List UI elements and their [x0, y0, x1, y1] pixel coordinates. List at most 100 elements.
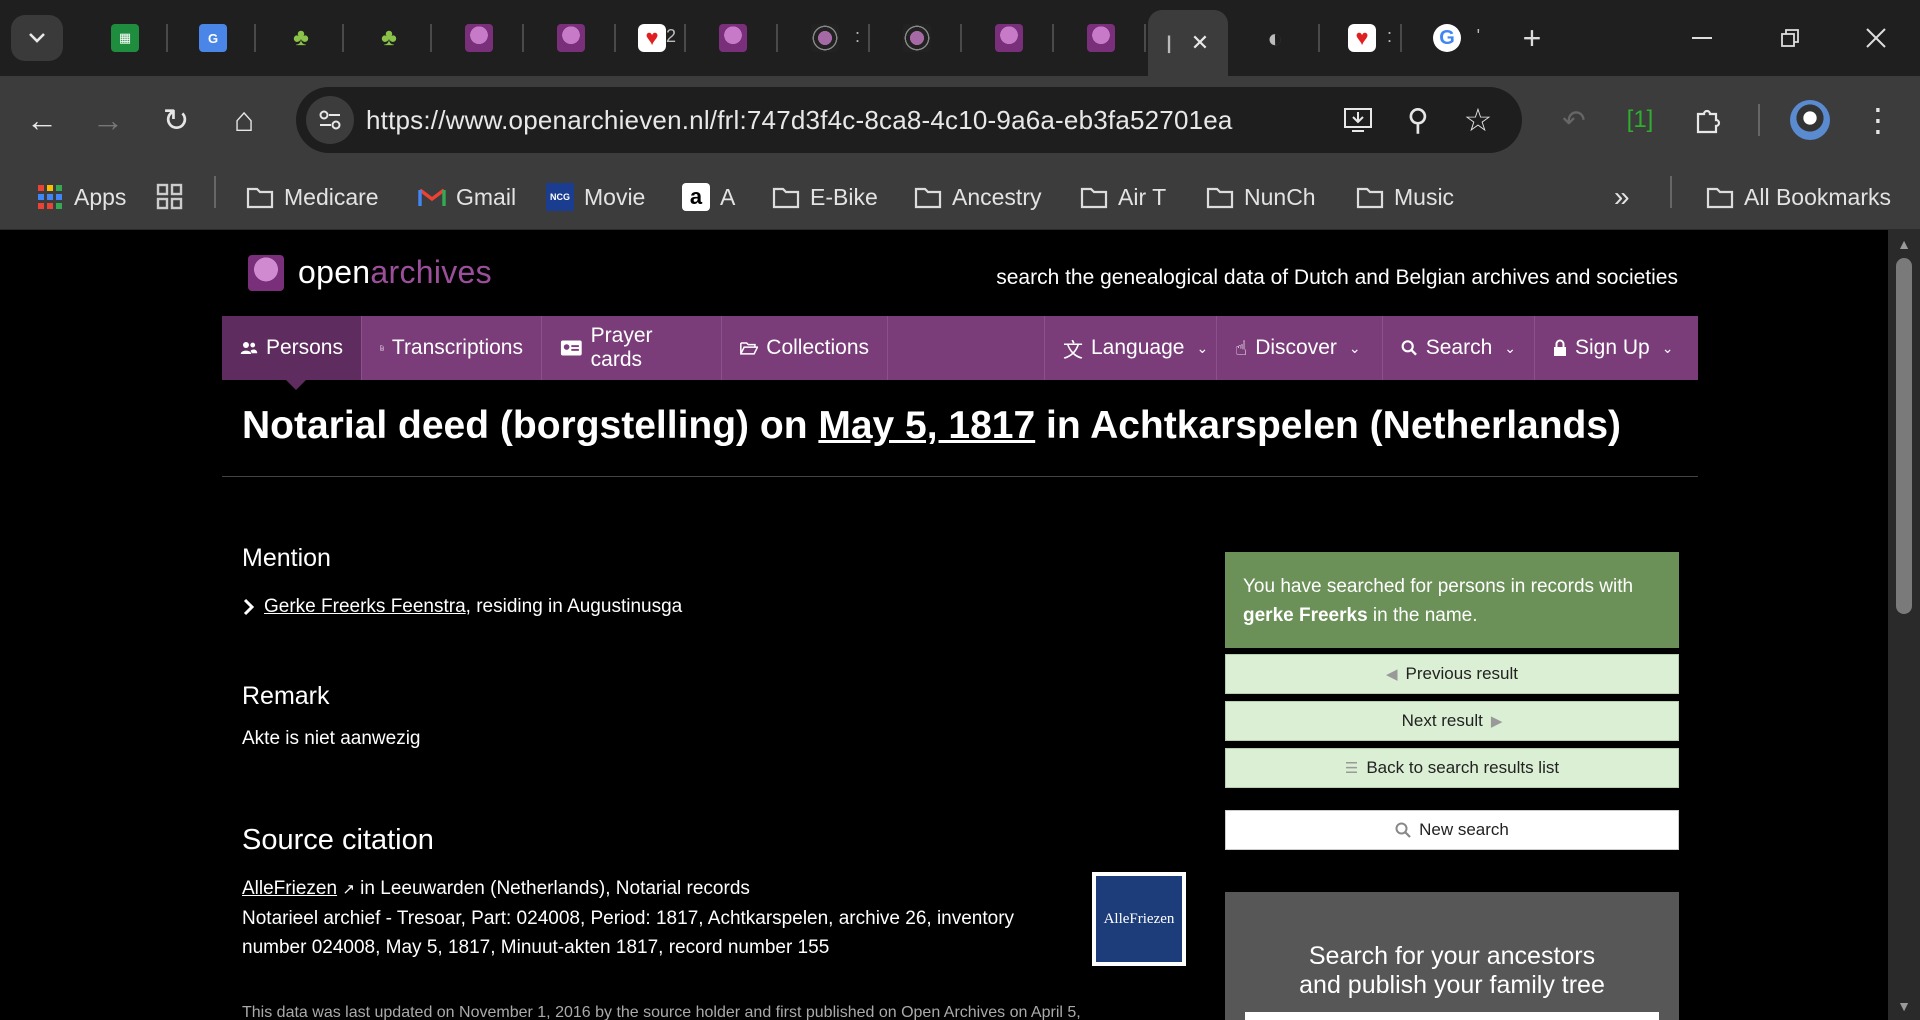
tree-logo-icon	[248, 254, 284, 291]
bookmark-amazon[interactable]: a A	[682, 176, 735, 218]
chevron-down-icon: ⌄	[1348, 339, 1361, 356]
nav-persons[interactable]: Persons	[222, 316, 362, 380]
source-link[interactable]: AlleFriezen	[242, 878, 337, 899]
extensions-icon[interactable]	[1684, 96, 1732, 144]
tab-globe[interactable]: ◐	[1230, 10, 1320, 66]
install-app-icon[interactable]	[1334, 96, 1382, 144]
id-card-icon	[560, 340, 582, 356]
chevron-down-icon: ⌄	[1504, 339, 1516, 356]
minimize-icon[interactable]	[1682, 18, 1722, 58]
scrollbar-thumb[interactable]	[1896, 258, 1912, 614]
avatar-icon	[1790, 100, 1830, 140]
scroll-down-icon[interactable]: ▼	[1896, 998, 1912, 1014]
bookmark-movie[interactable]: NCG Movie	[546, 176, 645, 218]
tree-icon: ♣	[381, 24, 397, 51]
loading-icon	[811, 24, 839, 52]
tab-sheets[interactable]: ▦	[82, 10, 168, 66]
tab-red-heart[interactable]: ♥ 2	[618, 10, 686, 66]
bookmark-medicare[interactable]: Medicare	[246, 176, 379, 218]
search-term: gerke Freerks	[1243, 605, 1368, 626]
site-info-icon[interactable]	[306, 96, 354, 144]
nav-language[interactable]: 文 Language ⌄	[1044, 316, 1216, 380]
promo-input[interactable]	[1245, 1012, 1659, 1020]
tab-familysearch-1[interactable]: ♣	[258, 10, 344, 66]
page-scrollbar[interactable]: ▲ ▼	[1888, 230, 1920, 1020]
external-link-icon: ↗	[342, 881, 355, 898]
bookmark-air-t[interactable]: Air T	[1080, 176, 1166, 218]
folder-icon	[772, 183, 800, 211]
tab-loading-1[interactable]: :	[780, 10, 870, 66]
close-window-icon[interactable]	[1856, 18, 1896, 58]
restore-icon[interactable]	[1770, 18, 1810, 58]
mention-item: Gerke Freerks Feenstra, residing in Augu…	[242, 596, 682, 618]
back-icon[interactable]: ←	[18, 96, 66, 144]
nav-discover[interactable]: ☝ Discover ⌄	[1216, 316, 1382, 380]
nav-search[interactable]: Search ⌄	[1382, 316, 1534, 380]
google-icon: G	[1433, 24, 1461, 52]
bookmark-all[interactable]: All Bookmarks	[1706, 176, 1891, 218]
nav-collections[interactable]: Collections	[722, 316, 888, 380]
page-icon: |	[1166, 32, 1172, 53]
folder-icon	[1706, 183, 1734, 211]
tab-search-button[interactable]	[11, 15, 63, 61]
loading-icon	[903, 24, 931, 52]
mention-heading: Mention	[242, 544, 331, 572]
bookmark-ancestry[interactable]: Ancestry	[914, 176, 1041, 218]
source-citation: AlleFriezen ↗ in Leeuwarden (Netherlands…	[242, 878, 1015, 958]
folder-icon	[1206, 183, 1234, 211]
new-search-button[interactable]: New search	[1225, 810, 1679, 850]
ncg-icon: NCG	[546, 183, 574, 211]
back-to-results-button[interactable]: ☰ Back to search results list	[1225, 748, 1679, 788]
site-tagline: search the genealogical data of Dutch an…	[996, 266, 1678, 289]
profile-avatar[interactable]	[1786, 96, 1834, 144]
language-icon: 文	[1063, 339, 1083, 362]
nav-signup[interactable]: Sign Up ⌄	[1534, 316, 1698, 380]
close-icon[interactable]: ✕	[1186, 29, 1214, 57]
address-bar[interactable]: https://www.openarchieven.nl/frl:747d3f4…	[296, 87, 1522, 153]
tab-openarchives-4[interactable]	[964, 10, 1054, 66]
reload-icon[interactable]: ↻	[152, 96, 200, 144]
tab-openarchives-1[interactable]	[434, 10, 524, 66]
url-text[interactable]: https://www.openarchieven.nl/frl:747d3f4…	[366, 105, 1233, 136]
tab-openarchives-2[interactable]	[526, 10, 616, 66]
tab-red-heart-2[interactable]: ♥ :	[1322, 10, 1402, 66]
forward-icon[interactable]: →	[84, 96, 132, 144]
tab-openarchives-5[interactable]	[1056, 10, 1146, 66]
tab-groups-button[interactable]	[156, 176, 184, 218]
openarchives-icon	[1087, 24, 1115, 52]
tab-openarchives-3[interactable]	[688, 10, 778, 66]
title-date-link[interactable]: May 5, 1817	[818, 404, 1035, 447]
bookmark-nunch[interactable]: NunCh	[1206, 176, 1316, 218]
bookmark-ebike[interactable]: E-Bike	[772, 176, 878, 218]
grid-icon	[156, 183, 184, 211]
tab-google[interactable]: G '	[1404, 10, 1490, 66]
chevron-right-icon[interactable]	[242, 598, 256, 616]
tab-loading-2[interactable]	[872, 10, 962, 66]
home-icon[interactable]: ⌂	[220, 96, 268, 144]
thumbs-up-icon: ☝	[1235, 337, 1248, 360]
nav-prayer-cards[interactable]: Prayer cards	[542, 316, 722, 380]
tab-translate[interactable]: G	[170, 10, 256, 66]
allefriezen-logo[interactable]: AlleFriezen	[1092, 872, 1186, 966]
bookmarks-overflow-icon[interactable]: »	[1614, 176, 1630, 218]
tab-active[interactable]: | ✕	[1148, 10, 1228, 76]
site-logo[interactable]: openarchives	[248, 254, 492, 291]
openarchives-icon	[995, 24, 1023, 52]
nav-transcriptions[interactable]: Transcriptions	[362, 316, 542, 380]
new-tab-icon[interactable]: +	[1512, 18, 1552, 58]
circle-chevron-right-icon: ▶	[1490, 713, 1503, 730]
extension-badge[interactable]: [1]	[1616, 96, 1664, 144]
bookmark-star-icon[interactable]: ☆	[1454, 96, 1502, 144]
zoom-icon[interactable]: ⚲	[1394, 96, 1442, 144]
previous-result-button[interactable]: ◀ Previous result	[1225, 654, 1679, 694]
bookmark-apps[interactable]: Apps	[36, 176, 126, 218]
bookmark-gmail[interactable]: Gmail	[418, 176, 516, 218]
tab-familysearch-2[interactable]: ♣	[346, 10, 432, 66]
person-link[interactable]: Gerke Freerks Feenstra	[264, 596, 466, 618]
next-result-button[interactable]: Next result ▶	[1225, 701, 1679, 741]
remark-text: Akte is niet aanwezig	[242, 728, 421, 749]
reply-icon[interactable]: ↶	[1550, 96, 1598, 144]
scroll-up-icon[interactable]: ▲	[1896, 236, 1912, 252]
bookmark-music[interactable]: Music	[1356, 176, 1454, 218]
menu-icon[interactable]: ⋮	[1854, 96, 1902, 144]
